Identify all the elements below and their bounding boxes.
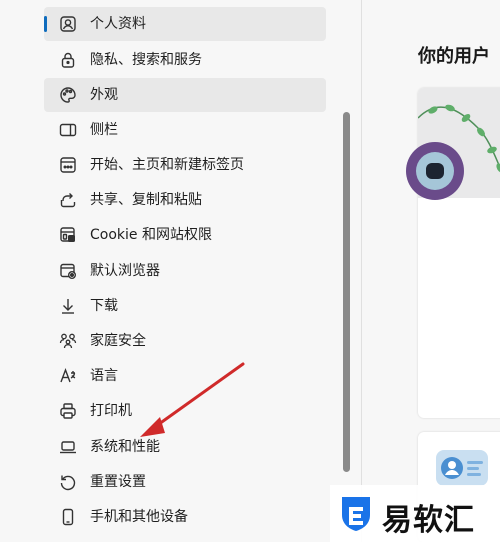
sidebar-item-label: 隐私、搜索和服务 (90, 52, 202, 68)
sidebar-item-label: 语言 (90, 368, 118, 384)
share-icon (59, 191, 77, 209)
watermark: 易软汇 (330, 485, 500, 542)
sidebar-item-label: 重置设置 (90, 474, 146, 490)
sidebar-item-label: 打印机 (90, 403, 132, 419)
lock-icon (59, 51, 77, 69)
sidebar-icon (59, 121, 77, 139)
sidebar-item-printers[interactable]: 打印机 (44, 394, 326, 428)
sidebar-item-label: 家庭安全 (90, 333, 146, 349)
sidebar-item-family-safety[interactable]: 家庭安全 (44, 324, 326, 358)
sidebar-item-default-browser[interactable]: 默认浏览器 (44, 254, 326, 288)
sidebar-item-reset-settings[interactable]: 重置设置 (44, 465, 326, 499)
sidebar-item-privacy[interactable]: 隐私、搜索和服务 (44, 43, 326, 77)
site-permissions-icon (59, 226, 77, 244)
page-title: 你的用户 (418, 46, 490, 67)
sidebar-item-profile[interactable]: 个人资料 (44, 7, 326, 41)
sidebar-item-label: 下载 (90, 298, 118, 314)
sidebar-item-downloads[interactable]: 下载 (44, 289, 326, 323)
active-indicator (44, 16, 47, 32)
watermark-logo-icon (342, 497, 370, 531)
phone-icon (59, 508, 77, 526)
contact-card-icon (436, 450, 488, 486)
profile-card (418, 88, 500, 418)
sidebar-item-cookies[interactable]: Cookie 和网站权限 (44, 218, 326, 252)
reset-icon (59, 473, 77, 491)
main-content: 你的用户 (362, 0, 500, 542)
sidebar-item-label: 默认浏览器 (90, 263, 160, 279)
sidebar-item-label: 侧栏 (90, 122, 118, 138)
avatar-visor (426, 163, 444, 179)
download-icon (59, 297, 77, 315)
sidebar-item-system-performance[interactable]: 系统和性能 (44, 430, 326, 464)
laptop-icon (59, 438, 77, 456)
sidebar-item-label: 开始、主页和新建标签页 (90, 157, 244, 173)
sidebar-item-label: 共享、复制和粘贴 (90, 192, 202, 208)
profile-icon (59, 15, 77, 33)
palette-icon (59, 86, 77, 104)
sidebar-item-languages[interactable]: 语言 (44, 359, 326, 393)
sidebar-item-start-home[interactable]: 开始、主页和新建标签页 (44, 148, 326, 182)
sidebar-item-label: Cookie 和网站权限 (90, 227, 212, 243)
sidebar-scroll-thumb[interactable] (343, 112, 350, 472)
sidebar-item-label: 个人资料 (90, 16, 146, 32)
avatar[interactable] (406, 142, 464, 200)
sidebar-item-share-copy-paste[interactable]: 共享、复制和粘贴 (44, 183, 326, 217)
browser-icon (59, 262, 77, 280)
home-tab-icon (59, 156, 77, 174)
settings-sidebar: 个人资料 隐私、搜索和服务 外观 侧栏 开始、主页和新建标签页 共享、复制和粘贴… (0, 0, 352, 542)
printer-icon (59, 402, 77, 420)
watermark-text: 易软汇 (382, 503, 475, 538)
sidebar-item-label: 手机和其他设备 (90, 509, 188, 525)
family-icon (59, 332, 77, 350)
sidebar-item-sidebar[interactable]: 侧栏 (44, 113, 326, 147)
sidebar-item-phone-devices[interactable]: 手机和其他设备 (44, 500, 326, 534)
sidebar-item-appearance[interactable]: 外观 (44, 78, 326, 112)
language-icon (59, 367, 77, 385)
avatar-helmet (416, 152, 454, 190)
sidebar-item-label: 外观 (90, 87, 118, 103)
sidebar-item-label: 系统和性能 (90, 439, 160, 455)
